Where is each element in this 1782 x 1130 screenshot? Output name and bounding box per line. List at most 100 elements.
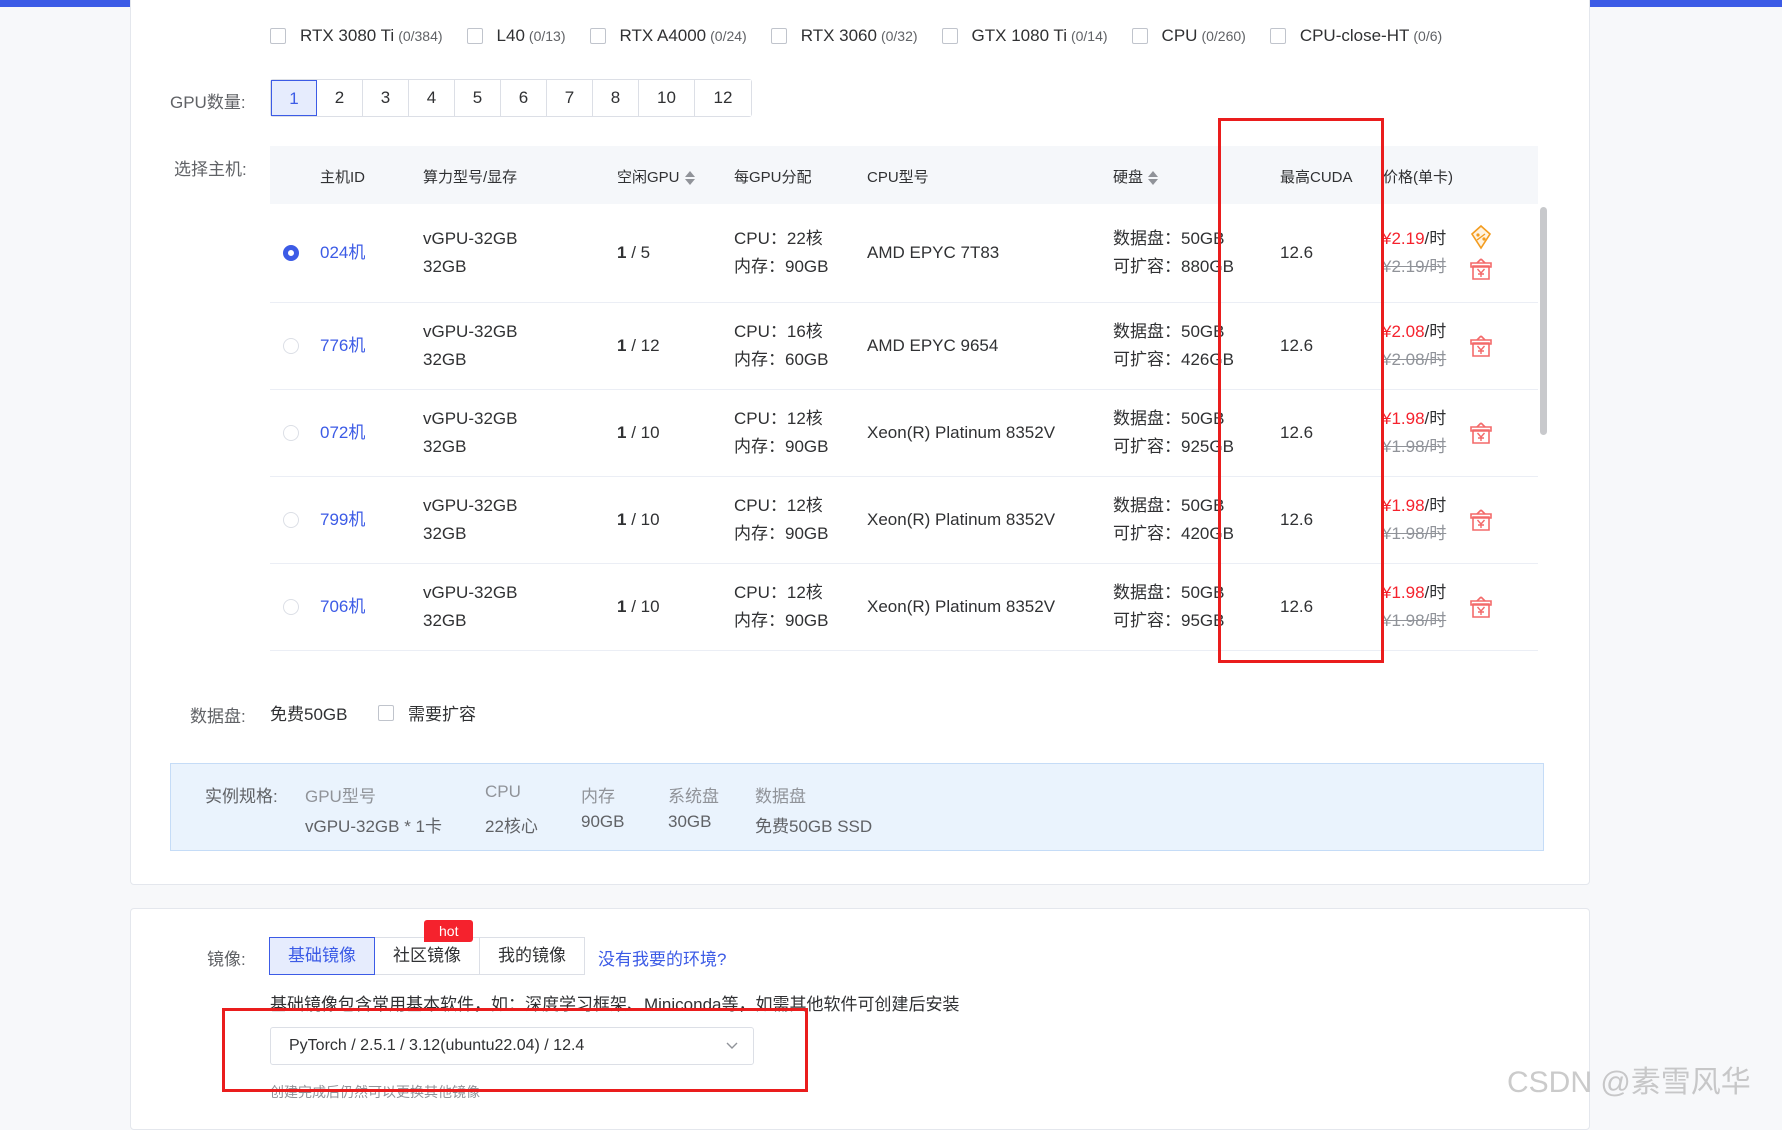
gpu-count-option[interactable]: 4 — [409, 80, 455, 116]
price-original: ¥2.19/时 — [1382, 257, 1447, 276]
gpu-filter-item[interactable]: RTX 3060 (0/32) — [770, 26, 918, 46]
gpu-count-option[interactable]: 3 — [363, 80, 409, 116]
gpu-filter-name: L40 — [496, 26, 525, 45]
host-id-link[interactable]: 706机 — [320, 593, 365, 621]
spec-key: GPU型号 — [305, 787, 376, 806]
data-disk: 数据盘：50GB — [1113, 409, 1225, 428]
checkbox[interactable] — [1131, 28, 1148, 44]
checkbox[interactable] — [589, 28, 606, 44]
data-disk: 数据盘：50GB — [1113, 496, 1225, 515]
gpu-count-option[interactable]: 7 — [547, 80, 593, 116]
per-gpu-cpu: CPU：12核 — [734, 583, 823, 602]
col-free-gpu[interactable]: 空闲GPU — [617, 166, 695, 187]
row-radio[interactable] — [283, 425, 299, 441]
per-gpu-cpu: CPU：12核 — [734, 409, 823, 428]
gpu-count-option[interactable]: 12 — [695, 80, 751, 116]
checkbox[interactable] — [270, 28, 286, 44]
row-radio[interactable] — [283, 512, 299, 528]
spec-value: vGPU-32GB * 1卡 — [305, 817, 442, 836]
gpu-count-option[interactable]: 8 — [593, 80, 639, 116]
tab-my-image[interactable]: 我的镜像 — [479, 937, 585, 975]
gpu-filter-count: (0/6) — [1413, 28, 1443, 44]
gpu-count-option[interactable]: 6 — [501, 80, 547, 116]
cpu-model: AMD EPYC 7T83 — [867, 243, 1000, 262]
gpu-filter-item[interactable]: RTX 3080 Ti (0/384) — [270, 26, 443, 46]
table-row[interactable]: 072机 vGPU-32GB 32GB 1 / 10 CPU：12核 内存：90GB Xeo… — [270, 390, 1538, 477]
host-id-link[interactable]: 024机 — [320, 239, 365, 267]
cpu-model: Xeon(R) Platinum 8352V — [867, 423, 1056, 442]
image-version-select[interactable]: PyTorch / 2.5.1 / 3.12(ubuntu22.04) / 12… — [270, 1027, 754, 1065]
gpu-filter-item[interactable]: GTX 1080 Ti (0/14) — [941, 26, 1108, 46]
free-gpu: 1 / 12 — [617, 332, 660, 360]
spec-value: 22核心 — [485, 817, 538, 836]
checkbox[interactable] — [770, 28, 787, 44]
price-unit: /时 — [1424, 409, 1447, 428]
gpu-vram: 32GB — [423, 350, 467, 369]
gpu-filter-item[interactable]: CPU-close-HT (0/6) — [1269, 26, 1443, 46]
table-row[interactable]: 799机 vGPU-32GB 32GB 1 / 10 CPU：12核 内存：90GB Xeo… — [270, 477, 1538, 564]
per-gpu-mem: 内存：90GB — [734, 437, 829, 456]
image-tabs: 基础镜像 社区镜像 我的镜像 — [269, 937, 585, 975]
yuan-coupon-icon — [1467, 506, 1495, 534]
col-price: 价格(单卡) — [1383, 169, 1453, 186]
expand-label: 需要扩容 — [408, 705, 476, 724]
checkbox[interactable] — [941, 28, 958, 44]
table-row[interactable]: 024机 vGPU-32GB 32GB 1 / 5 CPU：22核 内存：90GB AMD … — [270, 204, 1538, 303]
data-disk: 数据盘：50GB — [1113, 583, 1225, 602]
gpu-count-selector: 1 2 3 4 5 6 7 8 10 12 — [270, 79, 752, 117]
cpu-model: AMD EPYC 9654 — [867, 336, 999, 355]
sort-icon[interactable] — [684, 171, 695, 186]
disk-expand: 可扩容：880GB — [1113, 257, 1234, 276]
gpu-count-option[interactable]: 10 — [639, 80, 695, 116]
per-gpu-mem: 内存：90GB — [734, 524, 829, 543]
spec-value: 90GB — [581, 812, 625, 831]
checkbox[interactable] — [1269, 28, 1286, 44]
data-disk-free: 免费50GB — [270, 705, 348, 724]
host-select-label: 选择主机: — [174, 160, 247, 179]
missing-env-link[interactable]: 没有我要的环境? — [598, 945, 726, 970]
per-gpu-mem: 内存：90GB — [734, 257, 829, 276]
gpu-model: vGPU-32GB — [423, 583, 518, 602]
table-scrollbar[interactable] — [1540, 207, 1547, 435]
checkbox[interactable] — [466, 28, 483, 44]
table-row[interactable]: 776机 vGPU-32GB 32GB 1 / 12 CPU：16核 内存：60GB AMD… — [270, 303, 1538, 390]
gpu-count-option[interactable]: 1 — [271, 80, 317, 116]
row-radio[interactable] — [283, 599, 299, 615]
gpu-count-option[interactable]: 2 — [317, 80, 363, 116]
host-id-link[interactable]: 776机 — [320, 332, 365, 360]
gpu-filter-count: (0/32) — [880, 28, 918, 44]
gpu-filter-item[interactable]: CPU (0/260) — [1131, 26, 1246, 46]
instance-spec-panel: 实例规格: GPU型号 vGPU-32GB * 1卡 CPU 22核心 内存 9… — [170, 763, 1544, 851]
tab-community-image[interactable]: 社区镜像 — [374, 937, 480, 975]
gpu-filter-item[interactable]: L40 (0/13) — [466, 26, 566, 46]
price-value: ¥1.98 — [1382, 583, 1425, 602]
tab-base-image[interactable]: 基础镜像 — [269, 937, 375, 975]
col-free-gpu-label: 空闲GPU — [617, 169, 680, 186]
row-radio[interactable] — [283, 338, 299, 354]
gpu-count-option[interactable]: 5 — [455, 80, 501, 116]
per-gpu-cpu: CPU：22核 — [734, 229, 823, 248]
data-disk: 数据盘：50GB — [1113, 229, 1225, 248]
spec-value: 免费50GB SSD — [755, 817, 873, 836]
host-id-link[interactable]: 799机 — [320, 506, 365, 534]
row-radio[interactable] — [283, 245, 299, 261]
price-unit: /时 — [1424, 496, 1447, 515]
price-unit: /时 — [1424, 229, 1447, 248]
col-disk[interactable]: 硬盘 — [1113, 166, 1159, 187]
sort-icon[interactable] — [1148, 171, 1159, 186]
per-gpu-cpu: CPU：16核 — [734, 322, 823, 341]
gpu-filter-name: RTX A4000 — [619, 26, 707, 45]
expand-checkbox[interactable]: 需要扩容 — [378, 700, 476, 725]
gpu-filter-item[interactable]: RTX A4000 (0/24) — [589, 26, 747, 46]
gpu-filter-count: (0/260) — [1201, 28, 1246, 44]
image-footer-note: 创建完成后仍然可以更换其他镜像 — [270, 1084, 480, 1100]
host-id-link[interactable]: 072机 — [320, 419, 365, 447]
watermark: CSDN @素雪风华 — [1507, 1066, 1751, 1099]
gpu-model: vGPU-32GB — [423, 496, 518, 515]
per-gpu-cpu: CPU：12核 — [734, 496, 823, 515]
checkbox[interactable] — [378, 704, 394, 721]
gpu-filter-name: GTX 1080 Ti — [971, 26, 1067, 45]
image-label: 镜像: — [207, 950, 246, 969]
hot-badge: hot — [424, 920, 474, 942]
table-row[interactable]: 706机 vGPU-32GB 32GB 1 / 10 CPU：12核 内存：90GB Xeo… — [270, 564, 1538, 651]
